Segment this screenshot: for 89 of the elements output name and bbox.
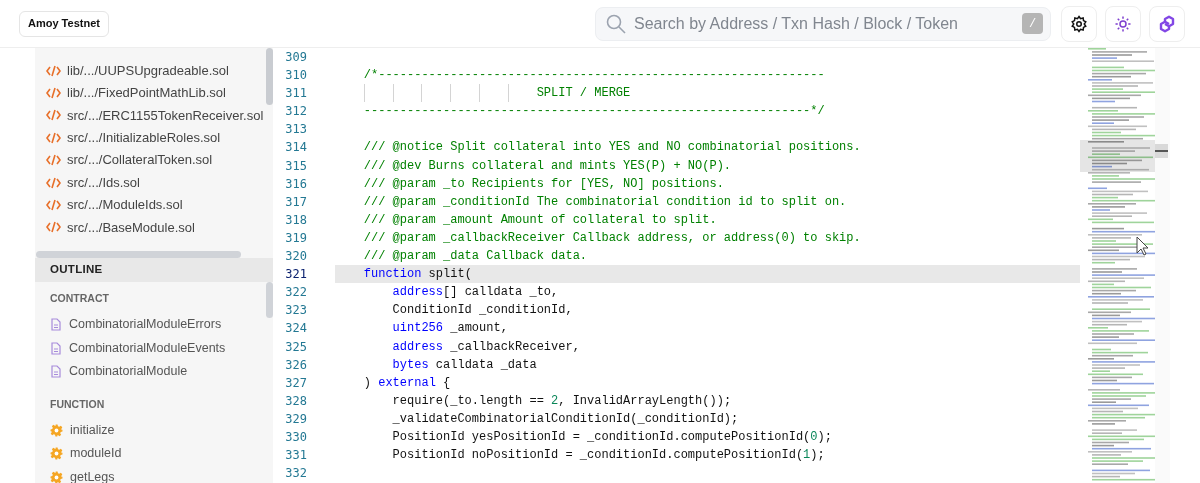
file-icon	[50, 365, 62, 379]
outline-item[interactable]: CombinatorialModule	[69, 362, 188, 382]
line-number: 331	[285, 447, 307, 465]
shortcut-key: /	[1022, 13, 1043, 34]
line-number: 315	[285, 157, 307, 175]
settings-icon	[1070, 14, 1088, 33]
cursor-line-marker	[1155, 150, 1168, 152]
code-line: /*--------------------------------------------------------------	[362, 68, 825, 83]
code-line: function split(	[362, 267, 472, 282]
scrollbar-thumb[interactable]	[266, 48, 273, 105]
cursor-icon	[1136, 236, 1149, 256]
code-icon	[46, 221, 61, 234]
code-line: /// @notice Split collateral into YES and NO combinatorial positions.	[362, 140, 861, 155]
outline-item[interactable]: moduleId	[70, 444, 122, 464]
code-line: uint256 _amount,	[391, 321, 508, 336]
file-link[interactable]: src/.../CollateralToken.sol	[67, 150, 213, 170]
line-number: 326	[285, 356, 307, 374]
file-link[interactable]: lib/.../FixedPointMathLib.sol	[67, 83, 226, 103]
search-icon	[606, 13, 626, 34]
theme-button[interactable]	[1105, 5, 1141, 42]
line-number: 311	[285, 85, 307, 103]
sun-icon	[1114, 14, 1132, 33]
code-line: /// @param _conditionId The combinatorial condition id to split on.	[362, 194, 847, 209]
code-line: /// @dev Burns collateral and mints YES(P) + NO(P).	[362, 158, 732, 173]
code-line: ConditionId _conditionId,	[391, 303, 573, 318]
code-line: PositionId noPositionId = _conditionId.computePositionId(1);	[391, 448, 825, 463]
section-heading: CONTRACT	[49, 291, 110, 307]
line-number: 318	[285, 211, 307, 229]
file-link[interactable]: src/.../ERC1155TokenReceiver.sol	[67, 105, 264, 126]
file-icon	[50, 341, 62, 355]
code-line: ) external {	[362, 375, 451, 390]
settings-button[interactable]	[1061, 5, 1097, 42]
line-number: 328	[285, 392, 307, 410]
line-number: 321	[285, 266, 307, 284]
code-icon	[46, 86, 61, 99]
code-line: PositionId yesPositionId = _conditionId.computePositionId(0);	[391, 429, 832, 444]
scrollbar-thumb[interactable]	[266, 282, 273, 318]
line-number: 317	[285, 193, 307, 211]
gear-icon	[50, 447, 63, 461]
line-number: 327	[285, 374, 307, 392]
code-line: --------------------------------------------------------------*/	[362, 104, 825, 119]
file-link[interactable]: src/.../Ids.sol	[67, 172, 140, 193]
line-number: 319	[285, 229, 307, 247]
code-icon	[46, 176, 61, 189]
line-number: 309	[285, 49, 307, 66]
code-line: address _callbackReceiver,	[391, 339, 580, 354]
outline-header: OUTLINE	[35, 258, 273, 282]
line-number: 320	[285, 248, 307, 266]
code-line: /// @param _callbackReceiver Callback address, or address(0) to skip.	[362, 230, 861, 245]
code-line: /// @param _to Recipients for [YES, NO] positions.	[362, 176, 724, 191]
search-input[interactable]: Search by Address / Txn Hash / Block / Token	[634, 11, 1014, 36]
outline-item[interactable]: initialize	[70, 420, 115, 440]
code-line: SPLIT / MERGE	[535, 86, 631, 101]
code-line: bytes calldata _data	[391, 357, 537, 372]
file-link[interactable]: lib/.../UUPSUpgradeable.sol	[67, 60, 229, 81]
file-link[interactable]: src/.../BaseModule.sol	[67, 217, 195, 238]
outline-item[interactable]: CombinatorialModuleEvents	[69, 338, 226, 358]
code-icon	[46, 154, 61, 167]
file-icon	[50, 318, 62, 332]
line-number: 310	[285, 67, 307, 85]
line-number: 325	[285, 338, 307, 356]
section-heading: FUNCTION	[49, 396, 106, 412]
line-number: 312	[285, 103, 307, 121]
outline-item[interactable]: getLegs	[70, 467, 115, 483]
line-number: 330	[285, 428, 307, 446]
line-number: 322	[285, 284, 307, 302]
code-line: require(_to.length == 2, InvalidArrayLength());	[391, 393, 732, 408]
line-number: 329	[285, 410, 307, 428]
code-line: /// @param _amount Amount of collateral to split.	[362, 212, 717, 227]
network-logo-button[interactable]	[1149, 5, 1185, 42]
line-number: 323	[285, 302, 307, 320]
line-number: 316	[285, 175, 307, 193]
outline-item[interactable]: CombinatorialModuleErrors	[69, 315, 222, 335]
file-link[interactable]: src/.../InitializableRoles.sol	[67, 128, 221, 148]
scrollbar-thumb[interactable]	[36, 251, 241, 258]
file-link[interactable]: src/.../ModuleIds.sol	[67, 195, 183, 215]
line-number: 324	[285, 320, 307, 338]
line-number: 313	[285, 121, 307, 139]
gear-icon	[50, 423, 63, 437]
code-icon	[46, 64, 61, 77]
code-line: address[] calldata _to,	[391, 285, 559, 300]
code-icon	[46, 198, 61, 211]
code-line: /// @param _data Callback data.	[362, 249, 588, 264]
code-icon	[46, 109, 61, 122]
network-button[interactable]: Amoy Testnet	[19, 10, 109, 37]
code-line: _validateCombinatorialConditionId(_conditionId);	[391, 411, 739, 426]
line-number: 314	[285, 139, 307, 157]
code-icon	[46, 131, 61, 144]
line-number: 332	[285, 465, 307, 483]
